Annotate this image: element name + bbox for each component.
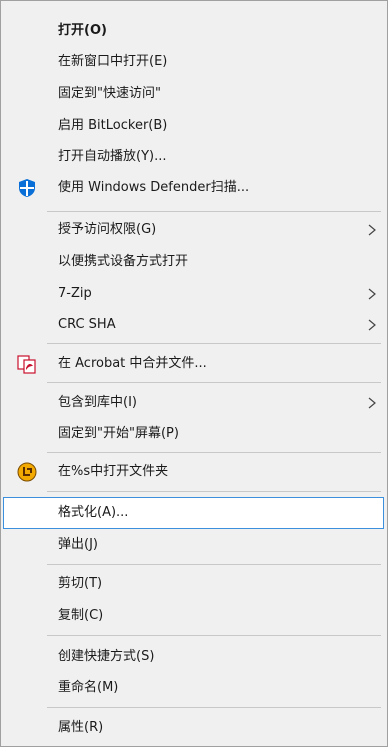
menu-item-7zip[interactable]: 7-Zip <box>3 279 384 309</box>
menu-item-create-shortcut[interactable]: 创建快捷方式(S) <box>3 642 384 672</box>
menu-item-format[interactable]: 格式化(A)... <box>3 497 384 529</box>
menu-item-label: 在新窗口中打开(E) <box>58 54 168 69</box>
menu-item-label: 包含到库中(I) <box>58 395 137 410</box>
chevron-right-icon <box>367 397 377 409</box>
menu-item-label: 在%s中打开文件夹 <box>58 464 169 479</box>
menu-item-open[interactable]: 打开(O) <box>3 16 384 46</box>
menu-item-label: 固定到"快速访问" <box>58 86 161 101</box>
menu-item-open-folder-in-app[interactable]: 在%s中打开文件夹 <box>3 457 384 487</box>
menu-item-label: 固定到"开始"屏幕(P) <box>58 426 179 441</box>
menu-item-label: 弹出(J) <box>58 537 98 552</box>
menu-item-give-access[interactable]: 授予访问权限(G) <box>3 215 384 245</box>
menu-item-enable-bitlocker[interactable]: 启用 BitLocker(B) <box>3 111 384 141</box>
menu-separator <box>47 564 381 565</box>
open-folder-app-icon <box>17 462 37 482</box>
menu-item-label: 属性(R) <box>58 720 104 735</box>
menu-item-label: 剪切(T) <box>58 576 103 591</box>
menu-item-label: 打开自动播放(Y)... <box>58 149 167 164</box>
menu-item-label: 格式化(A)... <box>58 505 129 520</box>
menu-item-acrobat-combine[interactable]: 在 Acrobat 中合并文件... <box>3 349 384 379</box>
menu-item-label: 创建快捷方式(S) <box>58 649 155 664</box>
chevron-right-icon <box>367 224 377 236</box>
menu-separator <box>47 635 381 636</box>
menu-item-label: 以便携式设备方式打开 <box>58 254 189 269</box>
menu-item-include-in-library[interactable]: 包含到库中(I) <box>3 388 384 418</box>
menu-item-open-as-portable[interactable]: 以便携式设备方式打开 <box>3 247 384 277</box>
menu-separator <box>47 491 381 492</box>
menu-item-defender-scan[interactable]: 使用 Windows Defender扫描... <box>3 173 384 203</box>
menu-item-eject[interactable]: 弹出(J) <box>3 530 384 560</box>
menu-item-crc-sha[interactable]: CRC SHA <box>3 310 384 340</box>
context-menu: 打开(O) 在新窗口中打开(E) 固定到"快速访问" 启用 BitLocker(… <box>0 0 388 747</box>
menu-item-cut[interactable]: 剪切(T) <box>3 569 384 599</box>
menu-item-pin-quick-access[interactable]: 固定到"快速访问" <box>3 79 384 109</box>
menu-item-label: 复制(C) <box>58 608 104 623</box>
menu-item-label: 启用 BitLocker(B) <box>58 118 168 133</box>
menu-item-label: 重命名(M) <box>58 680 119 695</box>
menu-item-copy[interactable]: 复制(C) <box>3 601 384 631</box>
menu-separator <box>47 343 381 344</box>
menu-item-label: 7-Zip <box>58 286 92 301</box>
menu-item-properties[interactable]: 属性(R) <box>3 713 384 743</box>
menu-separator <box>47 211 381 212</box>
menu-item-label: 打开(O) <box>58 23 107 38</box>
chevron-right-icon <box>367 319 377 331</box>
menu-item-open-new-window[interactable]: 在新窗口中打开(E) <box>3 47 384 77</box>
menu-separator <box>47 452 381 453</box>
menu-item-autoplay[interactable]: 打开自动播放(Y)... <box>3 142 384 172</box>
acrobat-combine-files-icon <box>17 354 37 374</box>
menu-item-label: 使用 Windows Defender扫描... <box>58 180 250 195</box>
menu-item-rename[interactable]: 重命名(M) <box>3 673 384 703</box>
menu-item-label: 在 Acrobat 中合并文件... <box>58 356 207 371</box>
chevron-right-icon <box>367 288 377 300</box>
menu-item-pin-to-start[interactable]: 固定到"开始"屏幕(P) <box>3 419 384 449</box>
menu-item-label: 授予访问权限(G) <box>58 222 157 237</box>
menu-item-label: CRC SHA <box>58 317 116 332</box>
menu-separator <box>47 707 381 708</box>
menu-separator <box>47 382 381 383</box>
windows-defender-shield-icon <box>17 178 37 198</box>
